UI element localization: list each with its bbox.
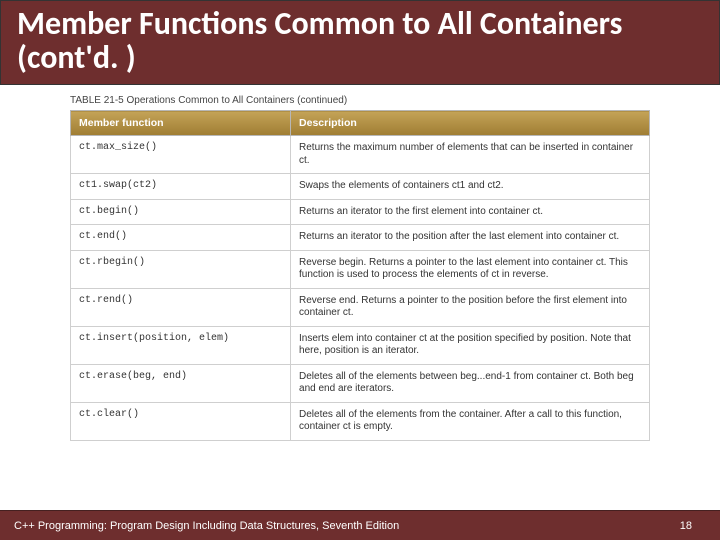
table-row: ct.rend() Reverse end. Returns a pointer… [71, 288, 650, 326]
table-row: ct1.swap(ct2) Swaps the elements of cont… [71, 174, 650, 200]
slide-title: Member Functions Common to All Container… [11, 7, 709, 74]
operations-table: Member function Description ct.max_size(… [70, 110, 650, 441]
cell-desc: Inserts elem into container ct at the po… [291, 326, 650, 364]
table-row: ct.erase(beg, end) Deletes all of the el… [71, 364, 650, 402]
cell-desc: Deletes all of the elements between beg.… [291, 364, 650, 402]
cell-fn: ct.max_size() [71, 136, 291, 174]
cell-desc: Returns an iterator to the first element… [291, 199, 650, 225]
table-row: ct.max_size() Returns the maximum number… [71, 136, 650, 174]
footer-text: C++ Programming: Program Design Includin… [14, 520, 399, 532]
cell-fn: ct.rend() [71, 288, 291, 326]
cell-fn: ct1.swap(ct2) [71, 174, 291, 200]
cell-desc: Deletes all of the elements from the con… [291, 402, 650, 440]
table-row: ct.insert(position, elem) Inserts elem i… [71, 326, 650, 364]
cell-fn: ct.begin() [71, 199, 291, 225]
table-row: ct.clear() Deletes all of the elements f… [71, 402, 650, 440]
cell-desc: Returns an iterator to the position afte… [291, 225, 650, 251]
cell-fn: ct.erase(beg, end) [71, 364, 291, 402]
table-caption: TABLE 21-5 Operations Common to All Cont… [70, 95, 650, 106]
table-row: ct.end() Returns an iterator to the posi… [71, 225, 650, 251]
page-number: 18 [680, 520, 692, 532]
table-row: ct.rbegin() Reverse begin. Returns a poi… [71, 250, 650, 288]
cell-desc: Reverse end. Returns a pointer to the po… [291, 288, 650, 326]
cell-desc: Swaps the elements of containers ct1 and… [291, 174, 650, 200]
cell-fn: ct.insert(position, elem) [71, 326, 291, 364]
slide-content: TABLE 21-5 Operations Common to All Cont… [0, 85, 720, 441]
cell-fn: ct.clear() [71, 402, 291, 440]
slide-footer: C++ Programming: Program Design Includin… [0, 510, 720, 540]
slide-title-band: Member Functions Common to All Container… [0, 0, 720, 85]
col-header-desc: Description [291, 111, 650, 136]
table-row: ct.begin() Returns an iterator to the fi… [71, 199, 650, 225]
col-header-fn: Member function [71, 111, 291, 136]
cell-fn: ct.rbegin() [71, 250, 291, 288]
cell-desc: Reverse begin. Returns a pointer to the … [291, 250, 650, 288]
cell-fn: ct.end() [71, 225, 291, 251]
cell-desc: Returns the maximum number of elements t… [291, 136, 650, 174]
